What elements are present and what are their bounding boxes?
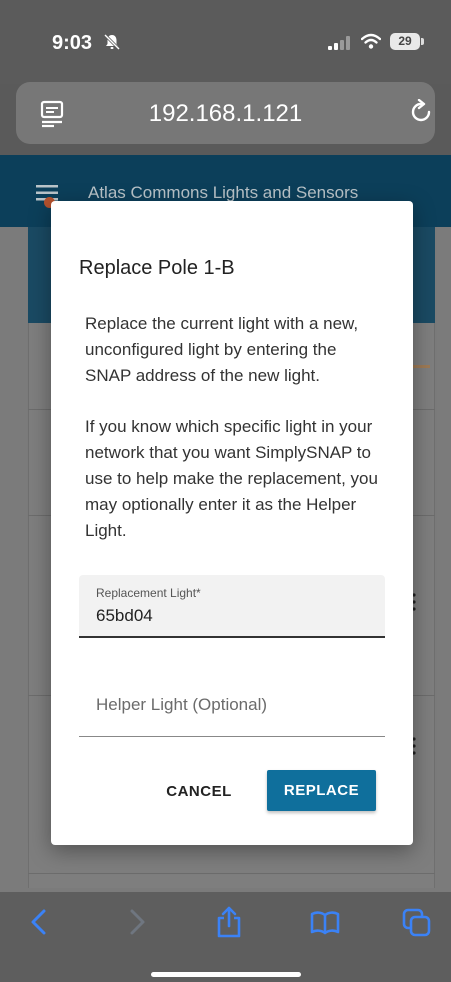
row-divider	[28, 873, 435, 874]
status-bar: 9:03 29	[0, 0, 451, 84]
tabs-icon[interactable]	[402, 906, 432, 938]
forward-icon[interactable]	[122, 906, 152, 938]
signal-icon	[328, 36, 350, 50]
reload-icon[interactable]	[408, 99, 434, 125]
replace-button[interactable]: REPLACE	[267, 770, 376, 811]
battery-icon: 29	[390, 33, 420, 50]
dialog-helper-description: If you know which specific light in your…	[85, 417, 378, 540]
cancel-button[interactable]: CANCEL	[149, 771, 249, 811]
replace-pole-dialog: Replace Pole 1-B Replace the current lig…	[51, 201, 413, 845]
replacement-light-input[interactable]	[96, 606, 366, 626]
app-title: Atlas Commons Lights and Sensors	[88, 183, 359, 202]
bell-slash-icon	[103, 33, 121, 51]
wifi-icon	[361, 33, 381, 49]
replacement-light-field[interactable]: Replacement Light*	[79, 575, 385, 638]
home-indicator	[151, 972, 301, 977]
bookmarks-icon[interactable]	[310, 906, 340, 938]
helper-light-input[interactable]	[96, 695, 366, 715]
battery-tip	[421, 38, 424, 45]
dialog-description: Replace the current light with a new, un…	[85, 314, 359, 385]
browser-toolbar	[0, 892, 451, 982]
url-bar[interactable]: 192.168.1.121	[16, 82, 435, 144]
dialog-title: Replace Pole 1-B	[79, 257, 235, 279]
url-text[interactable]: 192.168.1.121	[16, 100, 435, 128]
back-icon[interactable]	[24, 906, 54, 938]
helper-light-field[interactable]	[79, 675, 385, 737]
status-time: 9:03	[52, 32, 93, 54]
share-icon[interactable]	[214, 906, 244, 938]
replacement-light-label: Replacement Light*	[96, 586, 201, 600]
